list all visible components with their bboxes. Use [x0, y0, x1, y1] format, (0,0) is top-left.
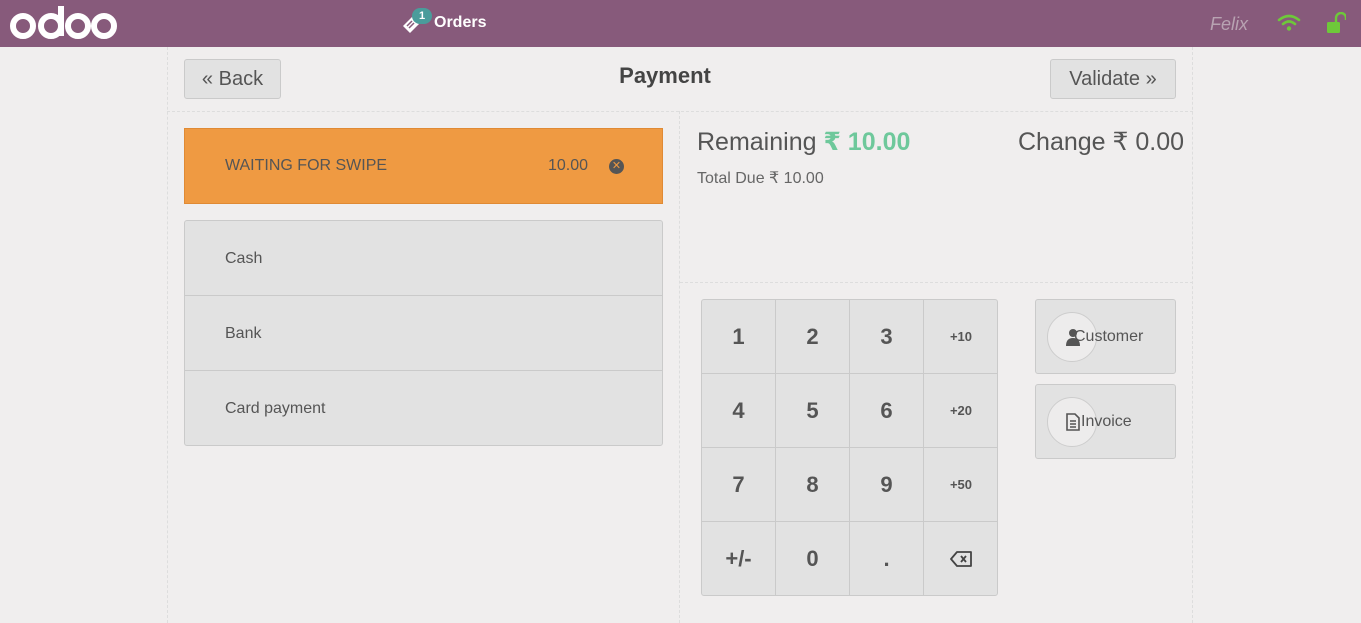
numpad-key-backspace[interactable] — [924, 522, 997, 595]
numpad: 1 2 3 +10 4 5 6 +20 7 8 9 +50 +/- 0 . — [701, 299, 998, 596]
customer-button[interactable]: Customer — [1035, 299, 1176, 374]
remove-circle-icon[interactable]: ✕ — [609, 159, 624, 174]
summary-divider — [680, 282, 1193, 283]
orders-label: Orders — [434, 14, 487, 31]
numpad-key-7[interactable]: 7 — [702, 448, 776, 522]
numpad-key-3[interactable]: 3 — [850, 300, 924, 374]
paymentline-selected[interactable]: WAITING FOR SWIPE 10.00 ✕ — [184, 128, 663, 204]
backspace-icon — [950, 551, 972, 567]
payment-method-label: Cash — [225, 250, 263, 267]
column-divider — [679, 111, 680, 623]
numpad-key-plus20[interactable]: +20 — [924, 374, 997, 448]
ticket-icon: 1 — [400, 8, 432, 36]
page-title: Payment — [619, 63, 711, 88]
change-amount: ₹ 0.00 — [1112, 128, 1185, 156]
wifi-icon[interactable] — [1277, 13, 1301, 33]
remaining-amount: ₹ 10.00 — [823, 128, 911, 156]
invoice-button[interactable]: Invoice — [1035, 384, 1176, 459]
numpad-key-plus50[interactable]: +50 — [924, 448, 997, 522]
numpad-key-5[interactable]: 5 — [776, 374, 850, 448]
validate-button[interactable]: Validate » — [1050, 59, 1176, 99]
remaining-summary: Remaining ₹ 10.00 — [697, 127, 910, 157]
numpad-key-8[interactable]: 8 — [776, 448, 850, 522]
numpad-key-4[interactable]: 4 — [702, 374, 776, 448]
change-summary: Change ₹ 0.00 — [1018, 127, 1184, 157]
odoo-logo — [10, 6, 117, 39]
payment-method-cash[interactable]: Cash — [185, 221, 662, 296]
back-button[interactable]: « Back — [184, 59, 281, 99]
customer-label: Customer — [1074, 328, 1144, 345]
numpad-key-sign[interactable]: +/- — [702, 522, 776, 595]
paymentline-name: WAITING FOR SWIPE — [225, 157, 388, 174]
orders-button[interactable]: 1 Orders — [400, 8, 486, 38]
user-name[interactable]: Felix — [1210, 14, 1248, 35]
total-due: Total Due ₹ 10.00 — [697, 168, 824, 188]
payment-method-card[interactable]: Card payment — [185, 371, 662, 446]
paymentline-amount[interactable]: 10.00 — [548, 157, 588, 175]
numpad-key-dot[interactable]: . — [850, 522, 924, 595]
remaining-label: Remaining — [697, 128, 817, 156]
numpad-key-2[interactable]: 2 — [776, 300, 850, 374]
numpad-key-6[interactable]: 6 — [850, 374, 924, 448]
numpad-key-plus10[interactable]: +10 — [924, 300, 997, 374]
payment-method-bank[interactable]: Bank — [185, 296, 662, 371]
unlock-icon[interactable] — [1326, 12, 1346, 34]
numpad-key-1[interactable]: 1 — [702, 300, 776, 374]
payment-method-label: Card payment — [225, 400, 326, 417]
top-divider — [167, 111, 1193, 112]
change-label: Change — [1018, 128, 1106, 156]
invoice-label: Invoice — [1081, 413, 1132, 430]
numpad-key-0[interactable]: 0 — [776, 522, 850, 595]
total-due-amount: ₹ 10.00 — [769, 170, 824, 187]
top-bar: 1 Orders Felix — [0, 0, 1361, 47]
file-icon — [1066, 413, 1080, 431]
total-due-label: Total Due — [697, 170, 765, 187]
payment-method-label: Bank — [225, 325, 262, 342]
orders-count-badge: 1 — [412, 8, 432, 24]
numpad-key-9[interactable]: 9 — [850, 448, 924, 522]
payment-methods-list: Cash Bank Card payment — [184, 220, 663, 446]
